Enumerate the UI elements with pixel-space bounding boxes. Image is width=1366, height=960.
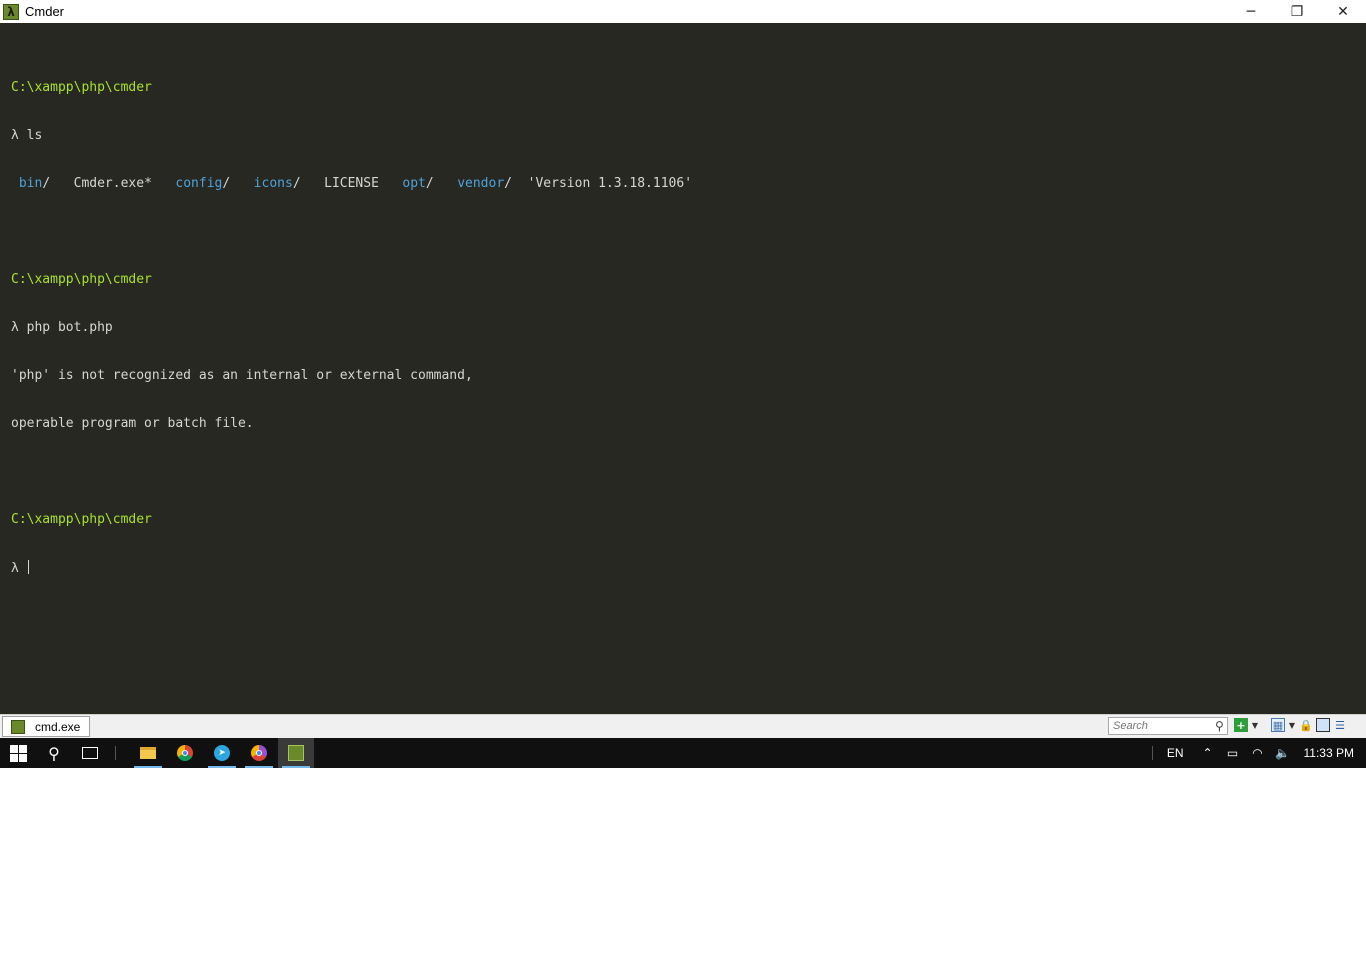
task-view-icon bbox=[82, 747, 98, 759]
windows-taskbar: ⚲ ➤ EN ⌃ ▭ ◠ 🔈 11:33 PM bbox=[0, 738, 1366, 768]
ls-entry: icons bbox=[253, 176, 293, 191]
chrome-button[interactable] bbox=[167, 738, 203, 768]
cmder-taskbar-button[interactable] bbox=[278, 738, 314, 768]
ls-entry: 'Version 1.3.18.1106' bbox=[527, 176, 693, 191]
ls-entry: opt bbox=[402, 176, 426, 191]
new-console-icon[interactable]: + bbox=[1234, 718, 1248, 732]
search-icon[interactable]: ⚲ bbox=[1215, 719, 1224, 733]
ls-entry-suffix: / bbox=[42, 176, 51, 191]
cmder-lambda-icon[interactable]: λ bbox=[3, 3, 19, 20]
chrome-profile-button[interactable] bbox=[241, 738, 277, 768]
prompt-path-line: C:\xampp\php\cmder bbox=[11, 80, 692, 96]
prompt-symbol: λ bbox=[11, 128, 19, 143]
ls-entry-suffix: / bbox=[425, 176, 434, 191]
cmder-window: λ Cmder ─ ❐ ✕ C:\xampp\php\cmder λ ls bi… bbox=[0, 0, 1366, 738]
wifi-icon[interactable]: ◠ bbox=[1250, 746, 1266, 760]
language-indicator[interactable]: EN bbox=[1167, 746, 1184, 760]
clock[interactable]: 11:33 PM bbox=[1304, 746, 1354, 760]
terminal-output[interactable]: C:\xampp\php\cmder λ ls bin/ Cmder.exe* … bbox=[11, 48, 692, 608]
split-pane-icon[interactable] bbox=[1316, 718, 1330, 732]
command-text: php bot.php bbox=[26, 320, 113, 335]
ls-entry: LICENSE bbox=[324, 176, 379, 191]
search-box[interactable]: ⚲ bbox=[1108, 717, 1228, 735]
chrome-icon bbox=[177, 745, 193, 761]
status-toolbar: + ▼ ▦ ▼ 🔒 ☰ bbox=[1234, 718, 1347, 732]
prompt-path: C:\xampp\php\cmder bbox=[11, 80, 152, 95]
start-button[interactable] bbox=[0, 738, 36, 768]
volume-icon[interactable]: 🔈 bbox=[1275, 746, 1291, 760]
active-prompt-line[interactable]: λ bbox=[11, 560, 692, 576]
prompt-path-line: C:\xampp\php\cmder bbox=[11, 512, 692, 528]
error-line: 'php' is not recognized as an internal o… bbox=[11, 368, 473, 383]
ls-entry-suffix: * bbox=[144, 176, 152, 191]
prompt-path: C:\xampp\php\cmder bbox=[11, 272, 152, 287]
command-text: ls bbox=[26, 128, 43, 143]
lock-icon[interactable]: 🔒 bbox=[1299, 718, 1313, 732]
telegram-button[interactable]: ➤ bbox=[204, 738, 240, 768]
ls-output-line: bin/ Cmder.exe* config/ icons/ LICENSE o… bbox=[11, 176, 692, 192]
cmder-icon bbox=[288, 745, 304, 761]
console-tab[interactable]: cmd.exe bbox=[2, 716, 90, 737]
text-cursor bbox=[27, 560, 29, 574]
ls-entry-suffix: / bbox=[292, 176, 301, 191]
file-explorer-button[interactable] bbox=[130, 738, 166, 768]
windows-logo-icon bbox=[9, 744, 27, 762]
prompt-path: C:\xampp\php\cmder bbox=[11, 512, 152, 527]
window-title: Cmder bbox=[25, 4, 65, 19]
prompt-symbol: λ bbox=[11, 561, 19, 576]
tab-list-dropdown-icon[interactable]: ▼ bbox=[1288, 718, 1296, 732]
ls-entry: vendor bbox=[457, 176, 505, 191]
ls-entry: bin bbox=[18, 176, 43, 191]
console-tab-label: cmd.exe bbox=[35, 719, 81, 734]
close-button[interactable]: ✕ bbox=[1320, 0, 1366, 23]
ls-entry: config bbox=[175, 176, 223, 191]
menu-icon[interactable]: ☰ bbox=[1333, 718, 1347, 732]
system-tray: EN ⌃ ▭ ◠ 🔈 11:33 PM bbox=[1151, 738, 1366, 768]
taskbar-search-icon[interactable]: ⚲ bbox=[36, 738, 72, 768]
prompt-path-line: C:\xampp\php\cmder bbox=[11, 272, 692, 288]
task-view-button[interactable] bbox=[72, 738, 108, 768]
telegram-icon: ➤ bbox=[214, 745, 230, 761]
battery-icon[interactable]: ▭ bbox=[1225, 746, 1241, 760]
ls-entry-suffix: / bbox=[504, 176, 512, 191]
minimize-button[interactable]: ─ bbox=[1228, 0, 1274, 23]
restore-button[interactable]: ❐ bbox=[1274, 0, 1320, 23]
folder-icon bbox=[140, 747, 156, 759]
show-hidden-icons-chevron-icon[interactable]: ⌃ bbox=[1200, 746, 1216, 760]
cmd-icon bbox=[11, 719, 25, 734]
command-line: λ php bot.php bbox=[11, 320, 692, 336]
ls-entry-suffix: / bbox=[222, 176, 231, 191]
window-controls: ─ ❐ ✕ bbox=[1228, 0, 1366, 23]
search-input[interactable] bbox=[1109, 718, 1215, 734]
error-line: operable program or batch file. bbox=[11, 416, 254, 431]
ls-entry: Cmder.exe bbox=[73, 176, 145, 191]
tab-list-icon[interactable]: ▦ bbox=[1271, 718, 1285, 732]
command-line: λ ls bbox=[11, 128, 692, 144]
prompt-symbol: λ bbox=[11, 320, 19, 335]
chrome-profile-icon bbox=[251, 745, 267, 761]
title-bar[interactable]: λ Cmder ─ ❐ ✕ bbox=[0, 0, 1366, 23]
cmder-status-bar: cmd.exe ⚲ + ▼ ▦ ▼ 🔒 ☰ bbox=[0, 714, 1366, 738]
new-console-dropdown-icon[interactable]: ▼ bbox=[1251, 718, 1259, 732]
